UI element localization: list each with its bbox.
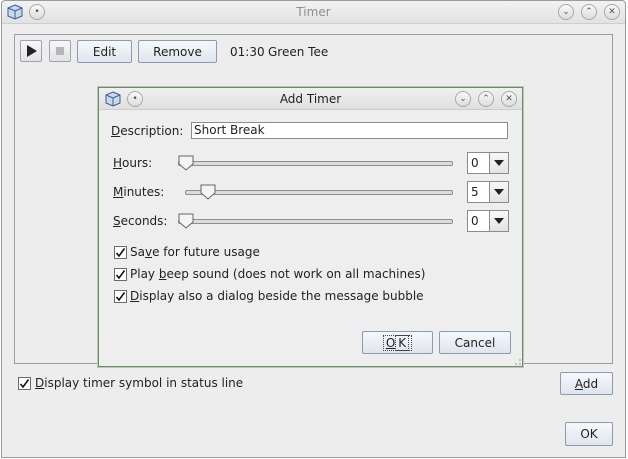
play-beep-label: Play beep sound (does not work on all ma… (130, 267, 426, 281)
play-beep-checkbox[interactable] (114, 268, 127, 281)
seconds-label: Seconds: (113, 214, 168, 228)
dialog-titlebar[interactable]: • Add Timer ⌄ ⌃ ✕ (99, 88, 522, 110)
main-titlebar[interactable]: • Timer ⌄ ⌃ ✕ (2, 1, 625, 24)
close-icon[interactable]: ✕ (604, 4, 620, 20)
window-title: Timer (296, 5, 331, 19)
checkmark-icon (115, 270, 126, 280)
description-field[interactable]: Short Break (191, 122, 508, 139)
seconds-value: 0 (471, 214, 479, 228)
stop-icon (56, 47, 64, 55)
save-future-label: Save for future usage (130, 245, 260, 259)
minutes-combo[interactable]: 5 (467, 181, 509, 203)
dialog-cancel-button[interactable]: Cancel (439, 331, 511, 354)
dialog-close-icon[interactable]: ✕ (501, 91, 517, 107)
checkmark-icon (19, 379, 30, 389)
display-dialog-label: Display also a dialog beside the message… (130, 289, 424, 303)
seconds-combo[interactable]: 0 (467, 210, 509, 232)
hours-combo[interactable]: 0 (467, 152, 509, 174)
timer-time: 01:30 (230, 45, 265, 59)
edit-button[interactable]: Edit (77, 40, 132, 63)
minutes-slider-track[interactable] (185, 190, 453, 195)
add-button[interactable]: Add (560, 372, 613, 395)
save-future-checkbox[interactable] (114, 246, 127, 259)
display-dialog-checkbox[interactable] (114, 290, 127, 303)
play-icon (27, 45, 37, 57)
ok-button[interactable]: OK (565, 422, 613, 446)
dialog-minimize-icon[interactable]: ⌄ (455, 91, 471, 107)
remove-button[interactable]: Remove (138, 40, 217, 63)
checkmark-icon (115, 292, 126, 302)
seconds-slider-thumb[interactable] (178, 213, 194, 229)
status-symbol-label: Display timer symbol in status line (35, 376, 244, 390)
hours-value: 0 (471, 156, 479, 170)
checkmark-icon (115, 248, 126, 258)
dialog-maximize-icon[interactable]: ⌃ (478, 91, 494, 107)
minimize-icon[interactable]: ⌄ (558, 4, 574, 20)
hours-label: Hours: (113, 156, 153, 170)
minutes-value: 5 (471, 185, 479, 199)
status-symbol-checkbox[interactable] (18, 377, 31, 390)
minutes-dropdown-icon[interactable] (489, 182, 508, 202)
add-timer-dialog: • Add Timer ⌄ ⌃ ✕ Description: Short Bre… (98, 87, 523, 367)
hours-dropdown-icon[interactable] (489, 153, 508, 173)
hours-slider-track[interactable] (178, 161, 453, 166)
maximize-icon[interactable]: ⌃ (581, 4, 597, 20)
resize-grip-icon[interactable] (515, 359, 521, 365)
description-label: Description: (111, 124, 184, 138)
play-button[interactable] (20, 40, 42, 62)
timer-name: Green Tee (268, 45, 329, 59)
seconds-dropdown-icon[interactable] (489, 211, 508, 231)
dialog-ok-button[interactable]: OK (362, 331, 433, 354)
minutes-label: Minutes: (113, 185, 165, 199)
hours-slider-thumb[interactable] (178, 155, 194, 171)
seconds-slider-track[interactable] (178, 219, 453, 224)
minutes-slider-thumb[interactable] (200, 184, 216, 200)
stop-button[interactable] (49, 40, 71, 62)
